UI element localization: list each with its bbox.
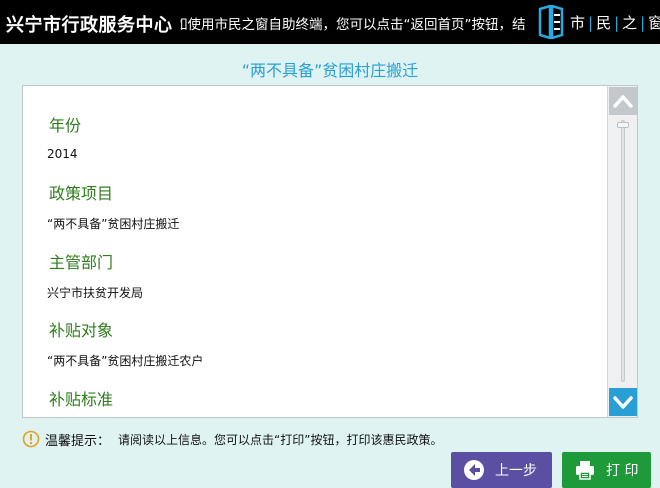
previous-step-button[interactable]: 上一步 bbox=[451, 452, 552, 488]
top-bar: 兴宁市行政服务中心 如使用市民之窗自助终端，您可以点击“返回首页”按钮，结束当 … bbox=[0, 0, 660, 44]
print-button[interactable]: 打 印 bbox=[562, 452, 651, 488]
tip-label: 温馨提示： bbox=[45, 433, 111, 449]
app-title: 兴宁市行政服务中心 bbox=[6, 15, 173, 36]
section-value-year: 2014 bbox=[47, 147, 78, 161]
scroll-thumb[interactable] bbox=[617, 122, 629, 128]
policy-detail-panel: 年份 2014 政策项目 “两不具备”贫困村庄搬迁 主管部门 兴宁市扶贫开发局 … bbox=[22, 85, 638, 418]
brand-char: 民 bbox=[596, 14, 614, 32]
scroll-down-button[interactable] bbox=[609, 388, 637, 416]
print-label: 打 印 bbox=[606, 463, 639, 479]
brand-char: 之 bbox=[622, 14, 640, 32]
info-warning-icon bbox=[22, 430, 40, 448]
brand-name: 市|民|之|窗 bbox=[570, 12, 660, 33]
chevron-up-icon bbox=[613, 95, 633, 108]
notice-marquee: 如使用市民之窗自助终端，您可以点击“返回首页”按钮，结束当 bbox=[180, 13, 526, 33]
scroll-up-button[interactable] bbox=[609, 87, 637, 115]
tip-text: 请阅读以上信息。您可以点击“打印”按钮，打印该惠民政策。 bbox=[118, 432, 443, 447]
brand-char: 窗 bbox=[648, 14, 660, 32]
page-title: “两不具备”贫困村庄搬迁 bbox=[241, 61, 419, 80]
tip-bar: 温馨提示： 请阅读以上信息。您可以点击“打印”按钮，打印该惠民政策。 bbox=[22, 429, 442, 449]
previous-step-label: 上一步 bbox=[495, 463, 537, 479]
scroll-track[interactable] bbox=[621, 120, 625, 382]
section-heading-standard: 补贴标准 bbox=[49, 390, 114, 409]
arrow-left-circle-icon bbox=[464, 460, 484, 480]
brand-char: 市 bbox=[570, 14, 588, 32]
section-value-department: 兴宁市扶贫开发局 bbox=[47, 286, 144, 300]
printer-icon bbox=[576, 461, 594, 480]
notice-marquee-text: 如使用市民之窗自助终端，您可以点击“返回首页”按钮，结束当 bbox=[180, 17, 526, 33]
section-heading-year: 年份 bbox=[49, 116, 82, 135]
window-logo-icon bbox=[538, 5, 564, 39]
section-value-target: “两不具备”贫困村庄搬迁农户 bbox=[47, 354, 204, 368]
section-heading-target: 补贴对象 bbox=[49, 321, 114, 340]
scrollbar[interactable] bbox=[607, 86, 637, 417]
section-heading-department: 主管部门 bbox=[49, 253, 114, 272]
chevron-down-icon bbox=[613, 396, 633, 409]
section-value-project: “两不具备”贫困村庄搬迁 bbox=[47, 217, 180, 231]
section-heading-project: 政策项目 bbox=[49, 184, 114, 203]
